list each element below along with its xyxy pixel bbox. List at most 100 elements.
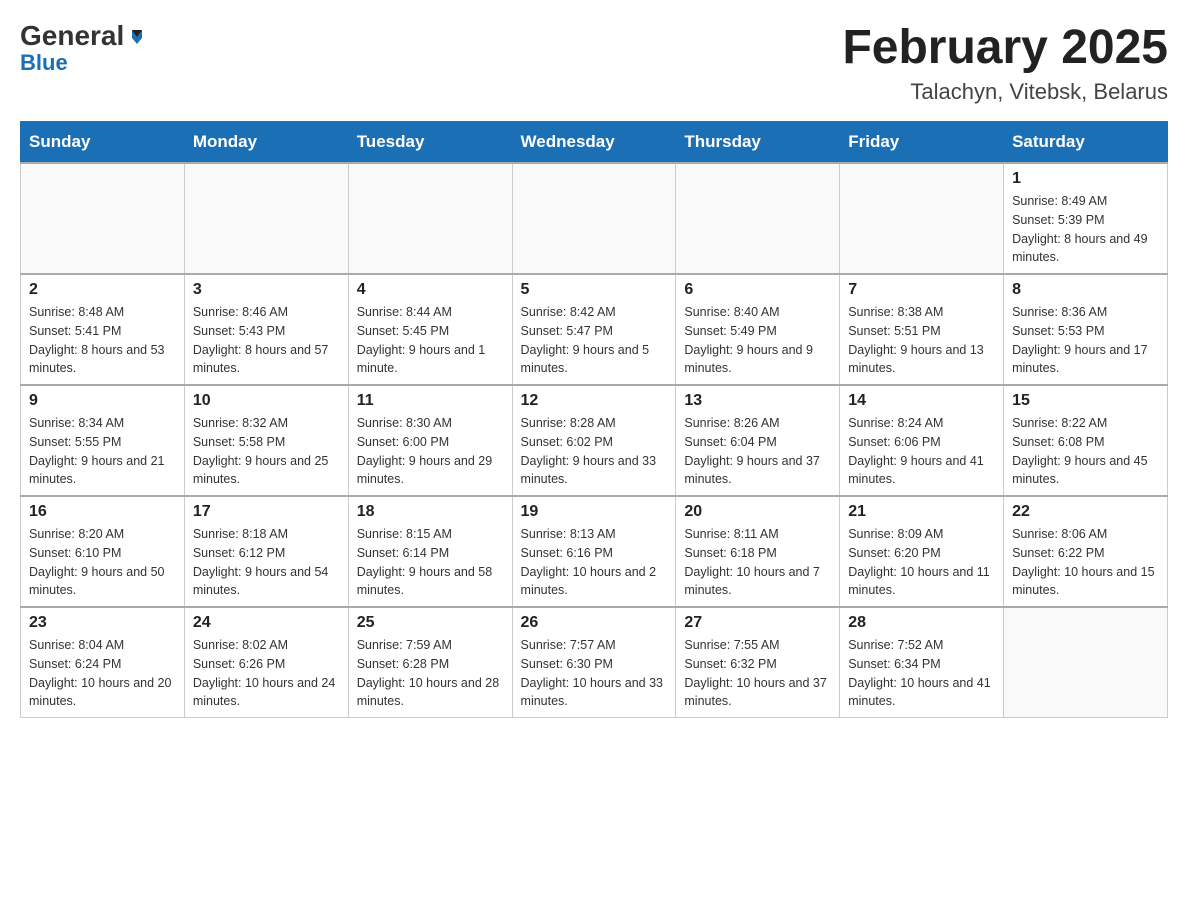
day-info: Sunrise: 8:44 AMSunset: 5:45 PMDaylight:… [357, 303, 504, 378]
weekday-header-saturday: Saturday [1004, 122, 1168, 164]
day-number: 10 [193, 392, 340, 410]
logo-blue-text: Blue [20, 50, 68, 76]
logo-arrow-icon [128, 28, 146, 46]
day-number: 27 [684, 614, 831, 632]
title-block: February 2025 Talachyn, Vitebsk, Belarus [842, 20, 1168, 105]
day-number: 6 [684, 281, 831, 299]
weekday-header-wednesday: Wednesday [512, 122, 676, 164]
day-number: 15 [1012, 392, 1159, 410]
calendar-subtitle: Talachyn, Vitebsk, Belarus [842, 79, 1168, 105]
day-info: Sunrise: 8:42 AMSunset: 5:47 PMDaylight:… [521, 303, 668, 378]
day-number: 24 [193, 614, 340, 632]
calendar-cell: 14Sunrise: 8:24 AMSunset: 6:06 PMDayligh… [840, 385, 1004, 496]
calendar-week-1: 1 Sunrise: 8:49 AMSunset: 5:39 PMDaylight… [21, 163, 1168, 274]
calendar-cell [184, 163, 348, 274]
day-info: Sunrise: 8:13 AMSunset: 6:16 PMDaylight:… [521, 525, 668, 600]
day-info: Sunrise: 8:09 AMSunset: 6:20 PMDaylight:… [848, 525, 995, 600]
day-info: Sunrise: 7:52 AMSunset: 6:34 PMDaylight:… [848, 636, 995, 711]
calendar-cell: 23 Sunrise: 8:04 AMSunset: 6:24 PMDayligh… [21, 607, 185, 718]
day-number: 20 [684, 503, 831, 521]
day-number: 16 [29, 503, 176, 521]
day-number: 9 [29, 392, 176, 410]
calendar-cell [512, 163, 676, 274]
calendar-week-3: 9 Sunrise: 8:34 AMSunset: 5:55 PMDaylight… [21, 385, 1168, 496]
calendar-cell: 1 Sunrise: 8:49 AMSunset: 5:39 PMDaylight… [1004, 163, 1168, 274]
day-number: 2 [29, 281, 176, 299]
calendar-cell [1004, 607, 1168, 718]
calendar-cell: 3 Sunrise: 8:46 AMSunset: 5:43 PMDaylight… [184, 274, 348, 385]
day-number: 17 [193, 503, 340, 521]
day-number: 5 [521, 281, 668, 299]
day-number: 12 [521, 392, 668, 410]
calendar-cell: 8 Sunrise: 8:36 AMSunset: 5:53 PMDaylight… [1004, 274, 1168, 385]
calendar-cell: 15 Sunrise: 8:22 AMSunset: 6:08 PMDayligh… [1004, 385, 1168, 496]
day-number: 26 [521, 614, 668, 632]
day-info: Sunrise: 8:06 AMSunset: 6:22 PMDaylight:… [1012, 525, 1159, 600]
weekday-header-thursday: Thursday [676, 122, 840, 164]
day-number: 1 [1012, 170, 1159, 188]
calendar-cell: 24 Sunrise: 8:02 AMSunset: 6:26 PMDayligh… [184, 607, 348, 718]
day-info: Sunrise: 7:57 AMSunset: 6:30 PMDaylight:… [521, 636, 668, 711]
calendar-cell: 27Sunrise: 7:55 AMSunset: 6:32 PMDayligh… [676, 607, 840, 718]
day-number: 3 [193, 281, 340, 299]
day-info: Sunrise: 8:40 AMSunset: 5:49 PMDaylight:… [684, 303, 831, 378]
day-info: Sunrise: 7:59 AMSunset: 6:28 PMDaylight:… [357, 636, 504, 711]
day-info: Sunrise: 8:04 AMSunset: 6:24 PMDaylight:… [29, 636, 176, 711]
page-header: General Blue February 2025 Talachyn, Vit… [20, 20, 1168, 105]
calendar-cell: 28 Sunrise: 7:52 AMSunset: 6:34 PMDayligh… [840, 607, 1004, 718]
calendar-cell: 11Sunrise: 8:30 AMSunset: 6:00 PMDayligh… [348, 385, 512, 496]
calendar-cell: 2 Sunrise: 8:48 AMSunset: 5:41 PMDaylight… [21, 274, 185, 385]
day-info: Sunrise: 8:26 AMSunset: 6:04 PMDaylight:… [684, 414, 831, 489]
day-info: Sunrise: 8:48 AMSunset: 5:41 PMDaylight:… [29, 303, 176, 378]
calendar-cell: 12Sunrise: 8:28 AMSunset: 6:02 PMDayligh… [512, 385, 676, 496]
calendar-week-5: 23 Sunrise: 8:04 AMSunset: 6:24 PMDayligh… [21, 607, 1168, 718]
calendar-cell [348, 163, 512, 274]
day-number: 23 [29, 614, 176, 632]
day-number: 25 [357, 614, 504, 632]
day-info: Sunrise: 8:15 AMSunset: 6:14 PMDaylight:… [357, 525, 504, 600]
calendar-cell: 26 Sunrise: 7:57 AMSunset: 6:30 PMDayligh… [512, 607, 676, 718]
day-number: 19 [521, 503, 668, 521]
calendar-cell: 9 Sunrise: 8:34 AMSunset: 5:55 PMDaylight… [21, 385, 185, 496]
day-info: Sunrise: 8:02 AMSunset: 6:26 PMDaylight:… [193, 636, 340, 711]
day-info: Sunrise: 8:46 AMSunset: 5:43 PMDaylight:… [193, 303, 340, 378]
day-number: 13 [684, 392, 831, 410]
calendar-cell: 5 Sunrise: 8:42 AMSunset: 5:47 PMDaylight… [512, 274, 676, 385]
day-number: 7 [848, 281, 995, 299]
day-number: 14 [848, 392, 995, 410]
day-number: 4 [357, 281, 504, 299]
day-info: Sunrise: 8:18 AMSunset: 6:12 PMDaylight:… [193, 525, 340, 600]
calendar-cell: 4 Sunrise: 8:44 AMSunset: 5:45 PMDaylight… [348, 274, 512, 385]
day-info: Sunrise: 8:36 AMSunset: 5:53 PMDaylight:… [1012, 303, 1159, 378]
calendar-header: SundayMondayTuesdayWednesdayThursdayFrid… [21, 122, 1168, 164]
day-info: Sunrise: 8:49 AMSunset: 5:39 PMDaylight:… [1012, 192, 1159, 267]
day-info: Sunrise: 8:30 AMSunset: 6:00 PMDaylight:… [357, 414, 504, 489]
day-number: 28 [848, 614, 995, 632]
calendar-cell: 22 Sunrise: 8:06 AMSunset: 6:22 PMDayligh… [1004, 496, 1168, 607]
day-info: Sunrise: 8:32 AMSunset: 5:58 PMDaylight:… [193, 414, 340, 489]
calendar-cell: 18Sunrise: 8:15 AMSunset: 6:14 PMDayligh… [348, 496, 512, 607]
calendar-cell: 13 Sunrise: 8:26 AMSunset: 6:04 PMDayligh… [676, 385, 840, 496]
calendar-cell [676, 163, 840, 274]
weekday-header-friday: Friday [840, 122, 1004, 164]
calendar-week-4: 16 Sunrise: 8:20 AMSunset: 6:10 PMDayligh… [21, 496, 1168, 607]
day-number: 22 [1012, 503, 1159, 521]
calendar-title: February 2025 [842, 20, 1168, 75]
calendar-cell: 20 Sunrise: 8:11 AMSunset: 6:18 PMDayligh… [676, 496, 840, 607]
day-info: Sunrise: 8:22 AMSunset: 6:08 PMDaylight:… [1012, 414, 1159, 489]
calendar-cell: 10 Sunrise: 8:32 AMSunset: 5:58 PMDayligh… [184, 385, 348, 496]
day-info: Sunrise: 8:11 AMSunset: 6:18 PMDaylight:… [684, 525, 831, 600]
day-info: Sunrise: 8:34 AMSunset: 5:55 PMDaylight:… [29, 414, 176, 489]
logo: General Blue [20, 20, 146, 76]
logo-general-text: General [20, 20, 124, 52]
day-info: Sunrise: 8:38 AMSunset: 5:51 PMDaylight:… [848, 303, 995, 378]
weekday-header-sunday: Sunday [21, 122, 185, 164]
day-number: 21 [848, 503, 995, 521]
weekday-header-tuesday: Tuesday [348, 122, 512, 164]
day-number: 8 [1012, 281, 1159, 299]
calendar-cell: 16 Sunrise: 8:20 AMSunset: 6:10 PMDayligh… [21, 496, 185, 607]
day-info: Sunrise: 8:20 AMSunset: 6:10 PMDaylight:… [29, 525, 176, 600]
calendar-cell: 25 Sunrise: 7:59 AMSunset: 6:28 PMDayligh… [348, 607, 512, 718]
calendar-table: SundayMondayTuesdayWednesdayThursdayFrid… [20, 121, 1168, 718]
calendar-cell: 17 Sunrise: 8:18 AMSunset: 6:12 PMDayligh… [184, 496, 348, 607]
